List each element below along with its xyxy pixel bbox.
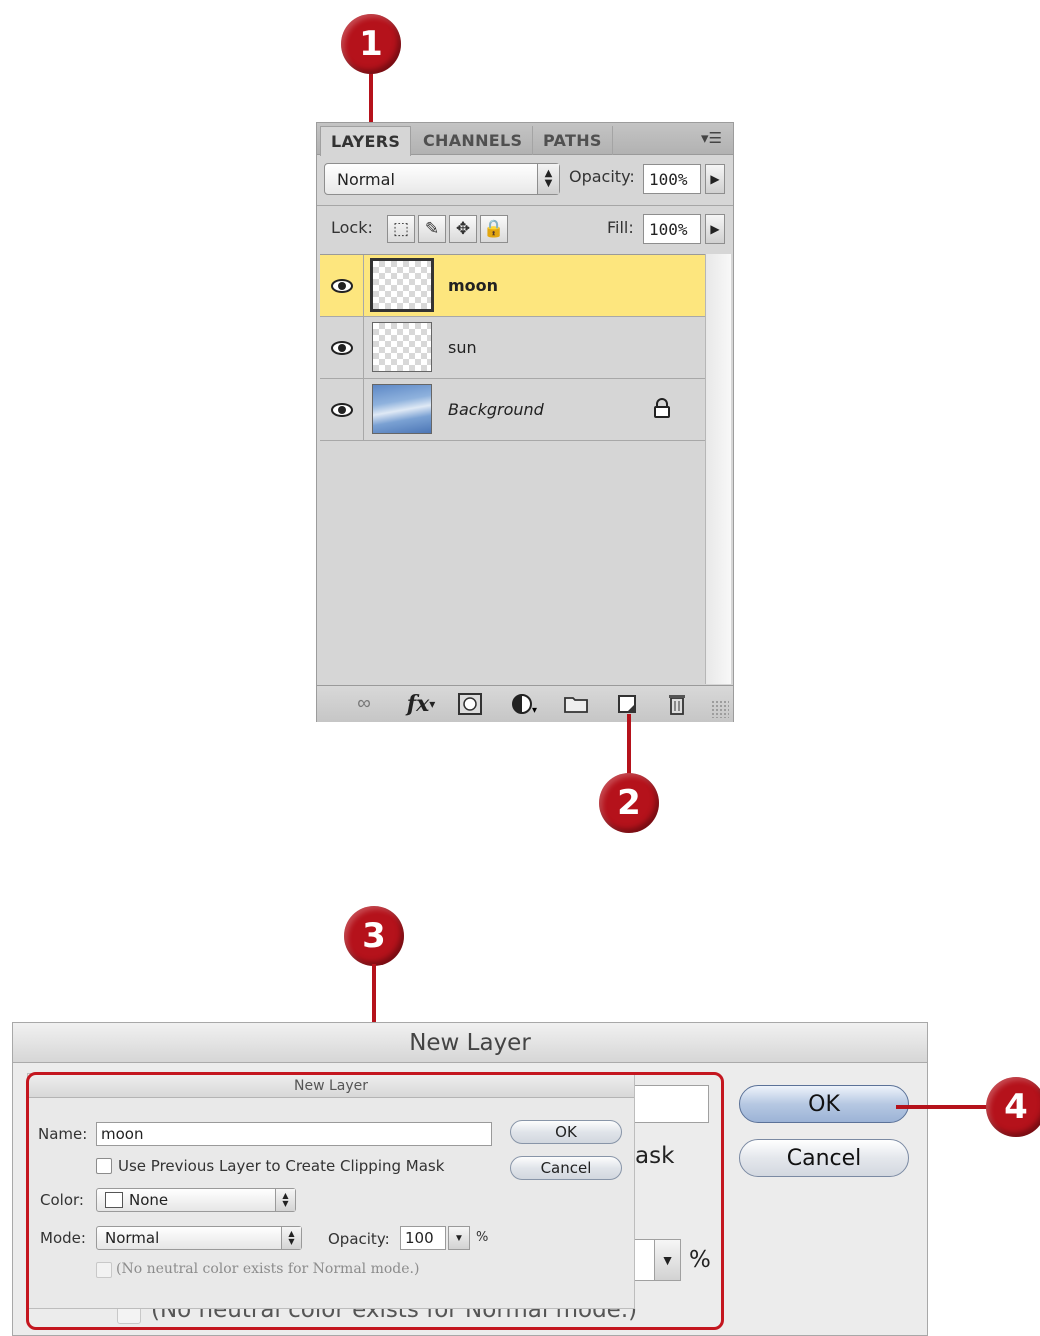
layer-row-sun[interactable]: sun [320,317,705,379]
lock-label: Lock: [331,218,373,237]
svg-text:▾: ▾ [532,705,537,715]
tab-paths[interactable]: PATHS [533,126,613,155]
cancel-button[interactable]: Cancel [739,1139,909,1177]
ok-button[interactable]: OK [739,1085,909,1123]
dialog-title: New Layer [13,1023,927,1063]
group-folder-icon[interactable] [561,691,591,717]
callout-1: 1 [341,14,401,74]
lock-position-icon[interactable]: ✥ [449,215,477,243]
panel-bottom-bar: ∞ fx ▾ ▾ [317,685,733,722]
mask-icon[interactable] [455,691,485,717]
lock-transparent-pixels-icon[interactable]: ⬚ [387,215,415,243]
visibility-eye-icon[interactable] [320,255,364,316]
layer-thumbnail[interactable] [370,258,434,312]
tab-layers[interactable]: LAYERS [320,126,412,156]
opacity-input[interactable]: 100% [643,164,701,194]
adjustment-icon[interactable]: ▾ [505,691,545,717]
callout-4-line [896,1105,992,1109]
panel-tab-bar: LAYERS CHANNELS PATHS ▾☰ [317,123,733,156]
layers-scrollbar[interactable] [705,254,731,684]
highlight-frame [26,1072,724,1330]
layer-name[interactable]: Background [448,379,544,440]
visibility-eye-icon[interactable] [320,317,364,378]
blend-mode-value: Normal [337,169,395,189]
trash-icon[interactable] [663,691,691,717]
layer-row-background[interactable]: Background [320,379,705,441]
callout-2-line [627,714,631,776]
fill-input[interactable]: 100% [643,214,701,244]
layer-name[interactable]: moon [448,255,498,316]
blend-mode-select[interactable]: Normal ▲ ▼ [324,163,560,195]
lock-image-pixels-icon[interactable]: ✎ [418,215,446,243]
opacity-label: Opacity: [569,167,635,186]
opacity-slider-arrow-icon[interactable]: ▶ [705,164,725,194]
fx-icon[interactable]: fx ▾ [401,691,441,717]
callout-3: 3 [344,906,404,966]
panel-menu-icon[interactable]: ▾☰ [701,129,727,149]
updown-arrows-icon: ▲ ▼ [537,164,559,194]
layer-lock-icon [653,398,671,423]
callout-4: 4 [986,1077,1040,1137]
visibility-eye-icon[interactable] [320,379,364,440]
link-icon[interactable]: ∞ [345,691,383,717]
divider [317,205,733,206]
layer-thumbnail[interactable] [372,322,432,372]
lock-all-icon[interactable]: 🔒 [480,215,508,243]
layer-row-moon[interactable]: moon [320,255,705,317]
callout-2: 2 [599,773,659,833]
resize-grip-icon[interactable] [711,700,729,718]
layers-panel: LAYERS CHANNELS PATHS ▾☰ Normal ▲ ▼ Opaci… [316,122,734,722]
layers-list: moon sun Background [320,254,705,684]
layer-thumbnail[interactable] [372,384,432,434]
fill-slider-arrow-icon[interactable]: ▶ [705,214,725,244]
layer-name[interactable]: sun [448,317,477,378]
tab-channels[interactable]: CHANNELS [413,126,534,155]
fill-label: Fill: [607,218,634,237]
